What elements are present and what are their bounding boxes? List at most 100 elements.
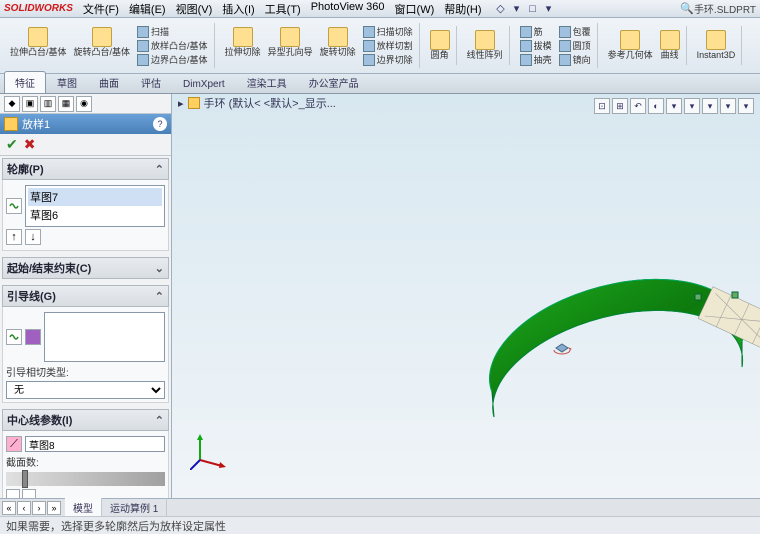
quick-access-toolbar: ◇ ▾ □ ▾ — [494, 2, 556, 16]
pm-tab-featuretree-icon[interactable]: ◆ — [4, 96, 20, 112]
part-icon — [188, 97, 200, 109]
loft-icon — [4, 117, 18, 131]
reference-geometry-button[interactable]: 参考几何体 — [606, 28, 655, 63]
draft-button[interactable]: 拔模 — [518, 39, 554, 52]
guide-color-icon — [25, 329, 41, 345]
bottom-tab-motion[interactable]: 运动算例 1 — [102, 498, 167, 517]
tab-render[interactable]: 渲染工具 — [236, 71, 298, 93]
cancel-button[interactable]: ✖ — [24, 136, 36, 153]
fillet-button[interactable]: 圆角 — [428, 28, 452, 63]
mirror-button[interactable]: 镜向 — [557, 53, 593, 66]
bottom-tab-model[interactable]: 模型 — [65, 498, 102, 517]
menu-file[interactable]: 文件(F) — [79, 0, 123, 18]
centerline-field[interactable] — [25, 436, 165, 452]
model-preview — [432, 192, 760, 472]
boundary-button[interactable]: 边界凸台/基体 — [135, 53, 210, 66]
section-guides-header[interactable]: 引导线(G)⌃ — [2, 285, 169, 307]
qat-open-icon[interactable]: ▾ — [510, 2, 524, 16]
loft-cut-button[interactable]: 放样切割 — [361, 39, 415, 52]
rotate-handle-icon[interactable] — [552, 342, 572, 362]
list-item[interactable]: 草图6 — [28, 206, 162, 224]
pm-tab-dim-icon[interactable]: ▦ — [58, 96, 74, 112]
menubar: 文件(F) 编辑(E) 视图(V) 插入(I) 工具(T) PhotoView … — [79, 0, 486, 18]
pm-tab-render-icon[interactable]: ◉ — [76, 96, 92, 112]
move-up-icon[interactable]: ↑ — [6, 229, 22, 245]
collapse-icon[interactable]: ⌃ — [155, 163, 164, 176]
tab-prev-icon[interactable]: ‹ — [17, 501, 31, 515]
collapse-icon[interactable]: ⌃ — [155, 290, 164, 303]
sweep-button[interactable]: 扫描 — [135, 25, 210, 38]
pm-tab-property-icon[interactable]: ▣ — [22, 96, 38, 112]
collapse-icon[interactable]: ⌃ — [155, 414, 164, 427]
profile-selector-icon[interactable] — [6, 198, 22, 214]
coordinate-triad — [190, 430, 230, 470]
guide-selector-icon[interactable] — [6, 329, 22, 345]
section-profile-header[interactable]: 轮廓(P)⌃ — [2, 158, 169, 180]
menu-window[interactable]: 窗口(W) — [391, 0, 439, 18]
expand-tree-icon[interactable]: ▸ — [178, 97, 184, 110]
shell-button[interactable]: 抽壳 — [518, 53, 554, 66]
qat-new-icon[interactable]: ◇ — [494, 2, 508, 16]
section-centerline-header[interactable]: 中心线参数(I)⌃ — [2, 409, 169, 431]
sections-slider[interactable] — [6, 472, 165, 486]
menu-view[interactable]: 视图(V) — [172, 0, 217, 18]
menu-edit[interactable]: 编辑(E) — [125, 0, 170, 18]
revolve-cut-button[interactable]: 旋转切除 — [318, 25, 358, 66]
expand-icon[interactable]: ⌄ — [155, 262, 164, 275]
pm-title: 放样1 ? — [0, 114, 171, 134]
tab-last-icon[interactable]: » — [47, 501, 61, 515]
move-down-icon[interactable]: ↓ — [25, 229, 41, 245]
dome-button[interactable]: 圆顶 — [557, 39, 593, 52]
statusbar: 如果需要，选择更多轮廓然后为放样设定属性 — [0, 516, 760, 532]
flyout-tree-label: 手环 (默认< <默认>_显示... — [204, 95, 336, 111]
section-constraints-header[interactable]: 起始/结束约束(C)⌄ — [2, 257, 169, 279]
qat-print-icon[interactable]: ▾ — [542, 2, 556, 16]
guide-type-label: 引导相切类型: — [6, 364, 165, 379]
tab-features[interactable]: 特征 — [4, 71, 46, 93]
bottom-tabs: « ‹ › » 模型 运动算例 1 — [0, 498, 760, 516]
command-tabs: 特征 草图 曲面 评估 DimXpert 渲染工具 办公室产品 — [0, 74, 760, 94]
menu-tools[interactable]: 工具(T) — [261, 0, 305, 18]
centerline-selector-icon[interactable]: ⟋ — [6, 436, 22, 452]
extrude-cut-button[interactable]: 拉伸切除 — [223, 25, 263, 66]
list-item[interactable]: 草图7 — [28, 188, 162, 206]
tab-evaluate[interactable]: 评估 — [130, 71, 172, 93]
hole-wizard-button[interactable]: 异型孔向导 — [266, 25, 315, 66]
menu-photoview[interactable]: PhotoView 360 — [307, 0, 389, 18]
app-logo: SOLIDWORKS — [4, 3, 73, 14]
wrap-button[interactable]: 包覆 — [557, 25, 593, 38]
sections-label: 截面数: — [6, 454, 165, 469]
tab-dimxpert[interactable]: DimXpert — [172, 75, 236, 93]
menu-insert[interactable]: 插入(I) — [218, 0, 258, 18]
slider-inc-icon[interactable] — [22, 489, 36, 498]
tab-first-icon[interactable]: « — [2, 501, 16, 515]
instant3d-button[interactable]: Instant3D — [695, 28, 738, 63]
tab-surfaces[interactable]: 曲面 — [88, 71, 130, 93]
ribbon: 拉伸凸台/基体 旋转凸台/基体 扫描 放样凸台/基体 边界凸台/基体 拉伸切除 … — [0, 18, 760, 74]
profile-listbox[interactable]: 草图7 草图6 — [25, 185, 165, 227]
sweep-cut-button[interactable]: 扫描切除 — [361, 25, 415, 38]
curves-button[interactable]: 曲线 — [658, 28, 682, 63]
extrude-boss-button[interactable]: 拉伸凸台/基体 — [8, 25, 69, 66]
pm-tab-config-icon[interactable]: ▥ — [40, 96, 56, 112]
menu-help[interactable]: 帮助(H) — [440, 0, 485, 18]
linear-pattern-button[interactable]: 线性阵列 — [465, 28, 505, 63]
guide-type-dropdown[interactable]: 无 — [6, 381, 165, 399]
help-icon[interactable]: ? — [153, 117, 167, 131]
tab-next-icon[interactable]: › — [32, 501, 46, 515]
slider-dec-icon[interactable] — [6, 489, 20, 498]
tab-office[interactable]: 办公室产品 — [298, 71, 370, 93]
guide-listbox[interactable] — [44, 312, 165, 362]
loft-button[interactable]: 放样凸台/基体 — [135, 39, 210, 52]
rib-button[interactable]: 筋 — [518, 25, 554, 38]
graphics-viewport[interactable]: ▸ 手环 (默认< <默认>_显示... ⊡ ⊞ ↶ ◐ ▾ ▾ ▾ ▾ ▾ — [172, 94, 760, 498]
qat-save-icon[interactable]: □ — [526, 2, 540, 16]
3d-canvas[interactable]: 中心线(草图8) 轮廓(草图6) — [172, 112, 760, 498]
revolve-boss-button[interactable]: 旋转凸台/基体 — [72, 25, 133, 66]
tab-sketch[interactable]: 草图 — [46, 71, 88, 93]
boundary-cut-button[interactable]: 边界切除 — [361, 53, 415, 66]
ok-button[interactable]: ✔ — [6, 136, 18, 153]
search-icon[interactable]: 🔍 — [680, 2, 694, 15]
property-manager-panel: ◆ ▣ ▥ ▦ ◉ 放样1 ? ✔ ✖ 轮廓(P)⌃ 草图7 草图6 — [0, 94, 172, 498]
filename-label: 手环.SLDPRT — [694, 1, 756, 16]
